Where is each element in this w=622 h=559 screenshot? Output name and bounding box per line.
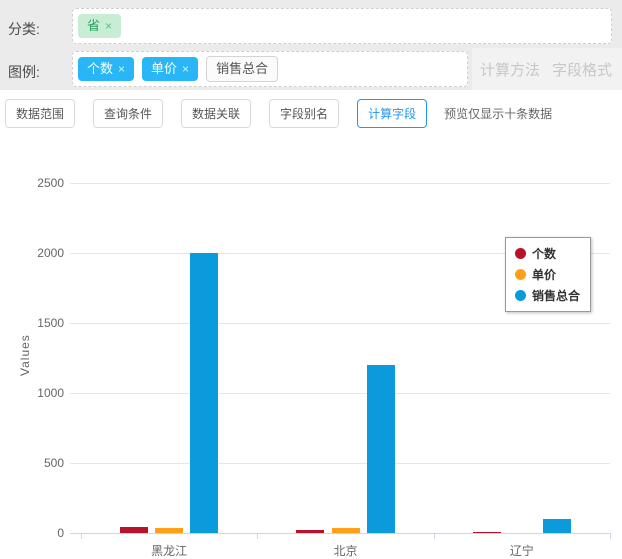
legend-item-unit-price[interactable]: 单价: [515, 266, 580, 283]
plot-area: 0 500 1000 1500 2000 2500 黑龙江 北京 辽宁: [0, 160, 622, 558]
toolbar: 数据范围 查询条件 数据关联 字段别名 计算字段 预览仅显示十条数据: [5, 99, 552, 128]
legend-marker-icon: [515, 248, 526, 259]
remove-tag-icon[interactable]: ×: [118, 57, 125, 81]
tag-count-label: 个数: [87, 57, 113, 81]
x-axis-tick: [257, 533, 258, 539]
preview-note: 预览仅显示十条数据: [444, 105, 552, 122]
y-tick-label: 2000: [24, 246, 64, 260]
chart-bar: [120, 527, 148, 533]
remove-tag-icon[interactable]: ×: [182, 57, 189, 81]
chart-bar: [473, 532, 501, 533]
y-gridline: [70, 323, 610, 324]
chart-legend: 个数 单价 销售总合: [505, 237, 591, 312]
y-tick-label: 1000: [24, 386, 64, 400]
legend-marker-icon: [515, 269, 526, 280]
tag-unit-price[interactable]: 单价 ×: [142, 57, 198, 81]
tag-unit-price-label: 单价: [151, 57, 177, 81]
field-mapping-panel: 分类: 省 × 图例: 个数 × 单价 × 销售总合 计算方法 字段格式: [0, 0, 622, 90]
x-category-label: 北京: [286, 542, 406, 559]
x-category-label: 黑龙江: [109, 542, 229, 559]
remove-tag-icon[interactable]: ×: [105, 14, 112, 38]
chart-bar: [367, 365, 395, 533]
y-tick-label: 500: [24, 456, 64, 470]
classify-label: 分类:: [8, 19, 40, 39]
x-axis-tick: [610, 533, 611, 539]
legend-item-sales-total[interactable]: 销售总合: [515, 287, 580, 304]
legend-item-count[interactable]: 个数: [515, 245, 580, 262]
legend-field-label: 图例:: [8, 62, 40, 82]
y-gridline: [70, 393, 610, 394]
x-axis-line: [70, 533, 610, 534]
bar-chart: Values 05001000150020002500黑龙江北京辽宁 个数 单价…: [0, 160, 622, 558]
chart-bar: [190, 253, 218, 533]
data-association-button[interactable]: 数据关联: [181, 99, 251, 128]
query-condition-button[interactable]: 查询条件: [93, 99, 163, 128]
y-gridline: [70, 463, 610, 464]
field-actions-panel: 计算方法 字段格式: [472, 48, 622, 90]
tag-province-label: 省: [87, 14, 100, 38]
calc-method-action: 计算方法: [480, 59, 540, 80]
legend-drop-zone[interactable]: 个数 × 单价 × 销售总合: [72, 51, 468, 87]
x-axis-tick: [81, 533, 82, 539]
chart-bar: [332, 528, 360, 533]
classify-drop-zone[interactable]: 省 ×: [72, 8, 612, 44]
y-tick-label: 1500: [24, 316, 64, 330]
y-tick-label: 2500: [24, 176, 64, 190]
x-axis-tick: [434, 533, 435, 539]
y-tick-label: 0: [24, 526, 64, 540]
y-gridline: [70, 183, 610, 184]
legend-marker-icon: [515, 290, 526, 301]
tag-sales-total[interactable]: 销售总合: [206, 56, 278, 82]
tag-sales-total-label: 销售总合: [216, 57, 268, 81]
field-format-action: 字段格式: [552, 59, 612, 80]
calculated-field-button[interactable]: 计算字段: [357, 99, 427, 128]
chart-bar: [543, 519, 571, 533]
tag-province[interactable]: 省 ×: [78, 14, 121, 38]
field-alias-button[interactable]: 字段别名: [269, 99, 339, 128]
chart-bar: [155, 528, 183, 533]
chart-bar: [296, 530, 324, 534]
tag-count[interactable]: 个数 ×: [78, 57, 134, 81]
x-category-label: 辽宁: [462, 542, 582, 559]
data-range-button[interactable]: 数据范围: [5, 99, 75, 128]
